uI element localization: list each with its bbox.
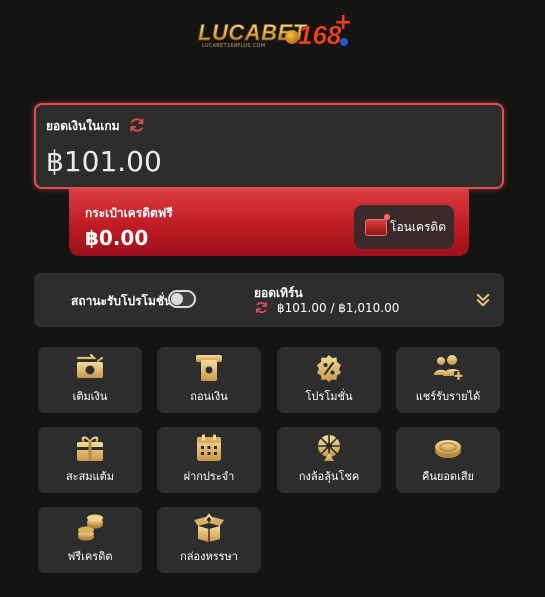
menu-deposit-label: เติมเงิน	[72, 390, 108, 403]
calendar-icon	[197, 434, 221, 461]
refresh-turnover-icon[interactable]	[254, 300, 269, 315]
logo-plus-text: +	[334, 10, 353, 35]
menu-fun-box-label: กล่องหรรษา	[180, 550, 238, 563]
menu-cashback-button[interactable]: คืนยอดเสีย	[396, 427, 500, 493]
free-credit-label: กระเป๋าเครดิตฟรี	[85, 206, 173, 220]
menu-promotion-label: โปรโมชั่น	[305, 390, 353, 403]
promotion-status-label: สถานะรับโปรโมชั่น	[71, 294, 173, 308]
logo-dot-icon	[340, 38, 348, 46]
free-credit-value: ฿0.00	[85, 226, 149, 250]
menu-share-income-button[interactable]: แชร์รับรายได้	[396, 347, 500, 413]
promotion-toggle[interactable]	[168, 290, 196, 308]
withdraw-icon	[196, 355, 222, 381]
brand-logo: LUCABET 168 + LUCABET168PLUS.COM	[190, 10, 360, 52]
lucky-wheel-icon	[318, 435, 340, 461]
menu-free-credit-button[interactable]: ฟรีเครดิต	[38, 507, 142, 573]
menu-promotion-button[interactable]: โปรโมชั่น	[277, 347, 381, 413]
promotion-icon	[317, 355, 341, 382]
menu-fun-box-button[interactable]: กล่องหรรษา	[157, 507, 261, 573]
menu-deposit-button[interactable]: เติมเงิน	[38, 347, 142, 413]
game-balance-label: ยอดเงินในเกม	[46, 119, 120, 133]
menu-cashback-label: คืนยอดเสีย	[422, 470, 474, 483]
logo-emblem-icon	[285, 30, 299, 44]
menu-points-label: สะสมแต้ม	[65, 470, 115, 483]
transfer-credit-label: โอนเครดิต	[390, 219, 447, 234]
gift-box-icon	[77, 436, 103, 461]
coin-icon	[435, 440, 461, 458]
menu-share-income-label: แชร์รับรายได้	[415, 390, 481, 403]
logo-subtext: LUCABET168PLUS.COM	[202, 43, 266, 49]
deposit-icon	[76, 353, 104, 378]
refresh-balance-icon[interactable]	[128, 116, 146, 134]
menu-points-button[interactable]: สะสมแต้ม	[38, 427, 142, 493]
turnover-value: ฿101.00 / ฿1,010.00	[277, 301, 400, 315]
menu-withdraw-button[interactable]: ถอนเงิน	[157, 347, 261, 413]
menu-withdraw-label: ถอนเงิน	[190, 390, 228, 403]
free-credit-card: กระเป๋าเครดิตฟรี ฿0.00 โอนเครดิต	[69, 180, 469, 256]
coin-stack-icon	[78, 514, 103, 541]
menu-lucky-wheel-label: กงล้อลุ้นโชค	[298, 470, 360, 483]
menu-fixed-deposit-label: ฝากประจำ	[183, 470, 235, 483]
game-balance-value: ฿101.00	[46, 145, 162, 178]
menu-lucky-wheel-button[interactable]: กงล้อลุ้นโชค	[277, 427, 381, 493]
chevron-double-down-icon[interactable]	[474, 291, 492, 309]
open-box-icon	[194, 513, 224, 542]
share-income-icon	[434, 355, 463, 381]
wallet-icon	[365, 214, 390, 237]
transfer-credit-button[interactable]: โอนเครดิต	[354, 205, 454, 249]
menu-fixed-deposit-button[interactable]: ฝากประจำ	[157, 427, 261, 493]
promotion-status-card: สถานะรับโปรโมชั่น ยอดเทิร์น ฿101.00 / ฿1…	[34, 273, 504, 327]
game-balance-card: ยอดเงินในเกม ฿101.00	[34, 103, 504, 189]
menu-free-credit-label: ฟรีเครดิต	[67, 550, 113, 563]
